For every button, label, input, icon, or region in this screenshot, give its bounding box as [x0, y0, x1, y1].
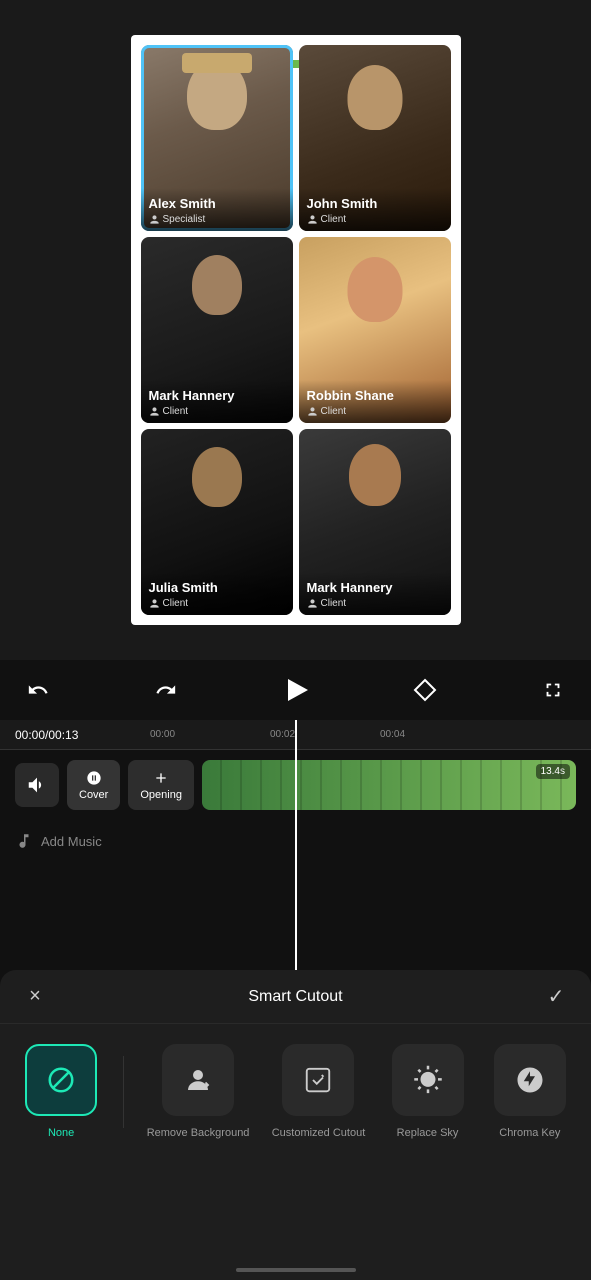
plus-icon [153, 770, 169, 786]
current-time: 00:00 [15, 728, 45, 742]
photo-grid: Alex Smith Specialist John Smith Client [131, 35, 461, 625]
opening-chip[interactable]: Opening [128, 760, 194, 810]
separator-1 [123, 1056, 124, 1128]
card-role-john: Client [307, 214, 443, 225]
cutout-option-custom[interactable]: Customized Cutout [272, 1044, 366, 1140]
controls-bar [0, 660, 591, 720]
card-name-mark2: Mark Hannery [307, 580, 443, 596]
bottom-indicator [236, 1268, 356, 1272]
remove-bg-icon [183, 1065, 213, 1095]
custom-cutout-icon-wrap [282, 1044, 354, 1116]
person-icon-robbin [307, 406, 318, 417]
video-preview: Alex Smith Specialist John Smith Client [0, 0, 591, 660]
grid-card-john-smith[interactable]: John Smith Client [299, 45, 451, 231]
play-icon [288, 679, 308, 701]
ruler-mark-2: 00:04 [380, 729, 405, 740]
replace-sky-icon-wrap [392, 1044, 464, 1116]
none-label: None [48, 1126, 74, 1140]
card-role-alex: Specialist [149, 214, 285, 225]
card-info-julia: Julia Smith Client [141, 572, 293, 615]
remove-bg-label: Remove Background [147, 1126, 250, 1140]
chroma-key-icon [515, 1065, 545, 1095]
cutout-options: None Remove Background [0, 1024, 591, 1150]
time-display: 00:00/00:13 [15, 728, 78, 742]
timeline-playhead[interactable] [295, 720, 297, 970]
replace-sky-icon [413, 1065, 443, 1095]
opening-label: Opening [140, 789, 182, 801]
ruler-marks: 00:00 00:02 00:04 [150, 720, 591, 749]
audio-track-icon [15, 763, 59, 807]
cover-label: Cover [79, 789, 108, 801]
custom-cutout-label: Customized Cutout [272, 1126, 366, 1140]
custom-cutout-icon [303, 1065, 333, 1095]
none-icon-wrap [25, 1044, 97, 1116]
card-name-robbin: Robbin Shane [307, 388, 443, 404]
panel-header: × Smart Cutout ✓ [0, 970, 591, 1024]
panel-close-button[interactable]: × [20, 982, 50, 1012]
video-track[interactable]: 13.4s [202, 760, 576, 810]
add-music-label: Add Music [41, 834, 102, 849]
play-button[interactable] [276, 670, 316, 710]
total-time: 00:13 [48, 728, 78, 742]
fullscreen-button[interactable] [535, 672, 571, 708]
grid-card-julia-smith[interactable]: Julia Smith Client [141, 429, 293, 615]
smart-cutout-panel: × Smart Cutout ✓ None [0, 970, 591, 1280]
person-icon-mark [149, 406, 160, 417]
ruler-mark-0: 00:00 [150, 729, 175, 740]
ruler-mark-1: 00:02 [270, 729, 295, 740]
card-name-mark: Mark Hannery [149, 388, 285, 404]
cutout-option-none[interactable]: None [21, 1044, 101, 1140]
replace-sky-label: Replace Sky [397, 1126, 459, 1140]
redo-button[interactable] [148, 672, 184, 708]
cover-chip[interactable]: Cover [67, 760, 120, 810]
video-track-stripes [202, 760, 576, 810]
music-note-icon [15, 832, 33, 850]
grid-card-robbin-shane[interactable]: Robbin Shane Client [299, 237, 451, 423]
card-role-mark: Client [149, 406, 285, 417]
card-info-mark2: Mark Hannery Client [299, 572, 451, 615]
grid-card-mark-hannery-2[interactable]: Mark Hannery Client [299, 429, 451, 615]
grid-card-mark-hannery[interactable]: Mark Hannery Client [141, 237, 293, 423]
panel-confirm-button[interactable]: ✓ [541, 982, 571, 1012]
card-info-john: John Smith Client [299, 188, 451, 231]
chroma-key-label: Chroma Key [499, 1126, 560, 1140]
card-info-mark: Mark Hannery Client [141, 380, 293, 423]
card-name-julia: Julia Smith [149, 580, 285, 596]
cutout-option-chroma[interactable]: Chroma Key [490, 1044, 570, 1140]
person-icon-john [307, 214, 318, 225]
panel-title: Smart Cutout [248, 988, 342, 1006]
card-info-robbin: Robbin Shane Client [299, 380, 451, 423]
undo-button[interactable] [20, 672, 56, 708]
cover-icon [86, 770, 102, 786]
cutout-option-remove-bg[interactable]: Remove Background [147, 1044, 250, 1140]
card-name-john: John Smith [307, 196, 443, 212]
card-name-alex: Alex Smith [149, 196, 285, 212]
cutout-option-replace-sky[interactable]: Replace Sky [388, 1044, 468, 1140]
person-icon-alex [149, 214, 160, 225]
card-info-alex: Alex Smith Specialist [141, 188, 293, 231]
remove-bg-icon-wrap [162, 1044, 234, 1116]
card-role-mark2: Client [307, 598, 443, 609]
card-role-julia: Client [149, 598, 285, 609]
chroma-key-icon-wrap [494, 1044, 566, 1116]
person-icon-julia [149, 598, 160, 609]
grid-card-alex-smith[interactable]: Alex Smith Specialist [141, 45, 293, 231]
card-role-robbin: Client [307, 406, 443, 417]
timeline-area: 00:00/00:13 00:00 00:02 00:04 Cover Open… [0, 720, 591, 970]
none-icon [46, 1065, 76, 1095]
person-icon-mark2 [307, 598, 318, 609]
keyframe-button[interactable] [407, 672, 443, 708]
